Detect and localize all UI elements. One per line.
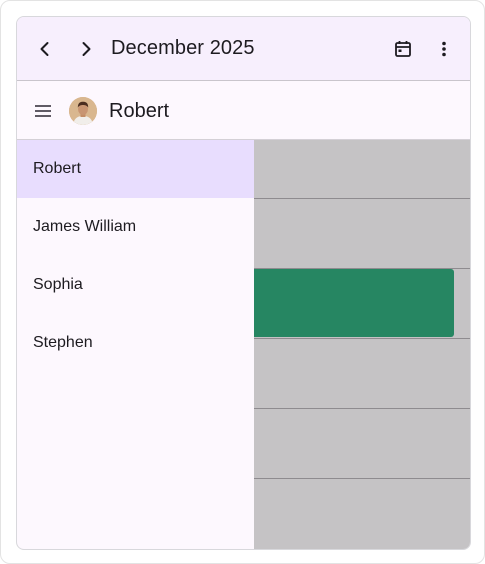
menu-icon	[33, 101, 53, 121]
resource-drawer: Robert James William Sophia Stephen	[17, 140, 254, 549]
drawer-item-label: Sophia	[33, 276, 83, 293]
appointment[interactable]	[243, 269, 454, 337]
resource-menu-button[interactable]	[27, 95, 59, 127]
previous-button[interactable]	[29, 33, 61, 65]
drawer-item-label: James William	[33, 218, 137, 235]
avatar	[69, 97, 97, 125]
more-options-button[interactable]	[428, 33, 460, 65]
drawer-item-james-william[interactable]: James William	[17, 198, 254, 256]
next-button[interactable]	[70, 33, 102, 65]
today-button[interactable]	[387, 33, 419, 65]
calendar-icon	[393, 39, 413, 59]
more-vert-icon	[434, 39, 454, 59]
drawer-item-sophia[interactable]: Sophia	[17, 256, 254, 314]
drawer-item-stephen[interactable]: Stephen	[17, 314, 254, 372]
chevron-left-icon	[35, 39, 55, 59]
scheduler-header: December 2025	[17, 17, 470, 81]
chevron-right-icon	[76, 39, 96, 59]
header-title[interactable]: December 2025	[111, 35, 255, 61]
outer-card: December 2025 Robert Robert James Willia…	[0, 0, 485, 564]
scheduler: December 2025 Robert Robert James Willia…	[16, 16, 471, 550]
selected-resource-name: Robert	[109, 100, 170, 122]
drawer-item-robert[interactable]: Robert	[17, 140, 254, 198]
drawer-item-label: Robert	[33, 160, 82, 177]
resource-bar: Robert	[17, 81, 470, 140]
drawer-item-label: Stephen	[33, 334, 93, 351]
